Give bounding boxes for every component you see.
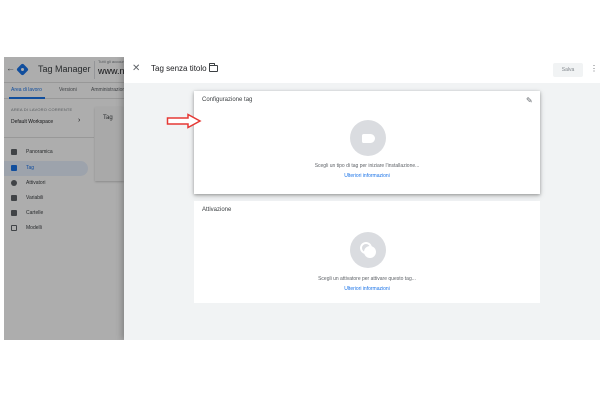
card-title: Attivazione [202, 207, 232, 213]
trigger-ring-filled [364, 246, 376, 258]
edit-pencil-icon[interactable]: ✎ [526, 96, 533, 105]
trigger-placeholder-icon[interactable] [350, 232, 386, 268]
card-description: Scegli un tipo di tag per iniziare l'ins… [314, 163, 420, 169]
tag-configuration-card[interactable]: Configurazione tag ✎ Scegli un tipo di t… [194, 91, 540, 194]
annotation-arrow-icon [166, 113, 202, 129]
triggering-card[interactable]: Attivazione Scegli un attivatore per att… [194, 201, 540, 303]
tag-shape-icon [362, 134, 375, 143]
learn-more-link[interactable]: Ulteriori informazioni [194, 173, 540, 179]
card-description: Scegli un attivatore per attivare questo… [318, 276, 416, 282]
tag-editor-panel: ✕ Tag senza titolo Salva ⋮ Configurazion… [124, 57, 600, 340]
panel-header: ✕ Tag senza titolo Salva ⋮ [124, 57, 600, 83]
tag-name-title[interactable]: Tag senza titolo [151, 64, 207, 73]
modal-scrim[interactable] [4, 57, 124, 340]
close-icon[interactable]: ✕ [132, 62, 140, 76]
learn-more-link[interactable]: Ulteriori informazioni [194, 286, 540, 292]
save-button[interactable]: Salva [553, 63, 583, 77]
more-vert-icon[interactable]: ⋮ [590, 62, 598, 76]
tag-manager-window: ← Tag Manager Tutti gli account www.n Ar… [4, 57, 600, 340]
folder-icon[interactable] [209, 63, 218, 72]
tag-type-placeholder-icon[interactable] [350, 120, 386, 156]
card-title: Configurazione tag [202, 97, 253, 103]
